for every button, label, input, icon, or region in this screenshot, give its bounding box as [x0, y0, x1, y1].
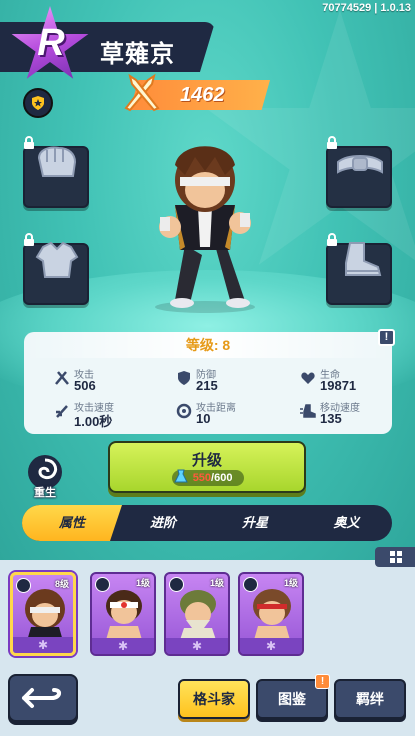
- stat-move-speed: 移动速度 135: [300, 399, 410, 429]
- attack-speed-icon: [56, 405, 68, 418]
- lock-icon: [327, 136, 337, 149]
- lock-icon: [24, 233, 34, 246]
- fighters-button[interactable]: 格斗家: [178, 679, 250, 719]
- stats-info-button[interactable]: !: [378, 329, 395, 346]
- heart-icon: [301, 372, 315, 384]
- lock-icon: [327, 233, 337, 246]
- version-label: 70774529 | 1.0.13: [322, 2, 411, 14]
- potion-icon: [174, 469, 188, 483]
- equip-slot-gloves[interactable]: [23, 136, 89, 208]
- stat-value: 215: [196, 378, 218, 393]
- upgrade-button[interactable]: 升级 550/600: [108, 441, 306, 493]
- tab-advance[interactable]: 进阶: [117, 505, 209, 541]
- shield-icon: [178, 371, 190, 385]
- tab-attributes[interactable]: 属性: [22, 505, 122, 541]
- stat-attack-speed: 攻击速度 1.00秒: [54, 399, 164, 429]
- stats-panel: 等级: 8 攻击 506 防御 215 生命 19871 攻击速度 1.00秒 …: [24, 332, 392, 434]
- fighter-portrait: [25, 589, 65, 641]
- power-value: 1462: [180, 84, 225, 106]
- fighter-portrait: [253, 589, 291, 640]
- card-star-icon: ✱: [240, 638, 302, 654]
- stat-value: 506: [74, 378, 96, 393]
- crossed-swords-icon: [124, 73, 160, 112]
- roster-card[interactable]: 1级 ✱: [164, 572, 230, 656]
- stat-attack-range: 攻击距离 10: [176, 399, 286, 429]
- equip-slot-armor[interactable]: [23, 233, 89, 305]
- faction-badge-icon[interactable]: [23, 88, 53, 118]
- back-arrow-icon: [22, 688, 61, 708]
- fighter-name: 草薙京: [100, 40, 175, 68]
- bonds-button[interactable]: 羁绊: [334, 679, 406, 719]
- belt-icon: [337, 155, 383, 174]
- lock-icon: [24, 136, 34, 149]
- cost-have: 550: [192, 472, 212, 484]
- back-button[interactable]: [8, 674, 78, 722]
- boot-speed-icon: [300, 404, 316, 418]
- level-label: 等级: 8: [24, 332, 392, 358]
- stat-hp: 生命 19871: [300, 366, 410, 396]
- fighter-character: [155, 146, 255, 313]
- cost-need: /600: [211, 472, 233, 484]
- stat-value: 1.00秒: [74, 414, 113, 429]
- gloves-icon: [37, 146, 77, 177]
- roster-card[interactable]: 1级 ✱: [90, 572, 156, 656]
- stat-attack: 攻击 506: [54, 366, 164, 396]
- stat-value: 19871: [320, 378, 357, 393]
- rank-letter: R: [37, 22, 65, 64]
- tabs-bar: 属性 进阶 升星 奥义: [22, 505, 392, 541]
- card-star-icon: ✱: [92, 638, 154, 654]
- target-icon: [176, 403, 192, 419]
- equip-slot-belt[interactable]: [326, 136, 392, 208]
- equip-slot-boots[interactable]: [326, 233, 392, 305]
- tab-star-up[interactable]: 升星: [209, 505, 301, 541]
- rebirth-label[interactable]: 重生: [22, 484, 68, 500]
- card-star-icon: ✱: [13, 637, 73, 653]
- roster-card[interactable]: 1级 ✱: [238, 572, 304, 656]
- stat-value: 135: [320, 411, 342, 426]
- stat-defense: 防御 215: [176, 366, 286, 396]
- fighter-portrait: [180, 590, 216, 640]
- roster-card[interactable]: 8级 ✱: [10, 572, 76, 656]
- grid-view-icon[interactable]: [375, 547, 415, 567]
- tab-ultimate[interactable]: 奥义: [301, 505, 392, 541]
- card-star-icon: ✱: [166, 638, 228, 654]
- upgrade-label: 升级: [191, 452, 222, 469]
- boots-icon: [345, 242, 382, 276]
- fighter-portrait: [106, 590, 142, 640]
- codex-notification-badge: !: [315, 674, 330, 689]
- attack-icon: [55, 371, 69, 385]
- stat-value: 10: [196, 411, 211, 426]
- armor-icon: [35, 241, 79, 278]
